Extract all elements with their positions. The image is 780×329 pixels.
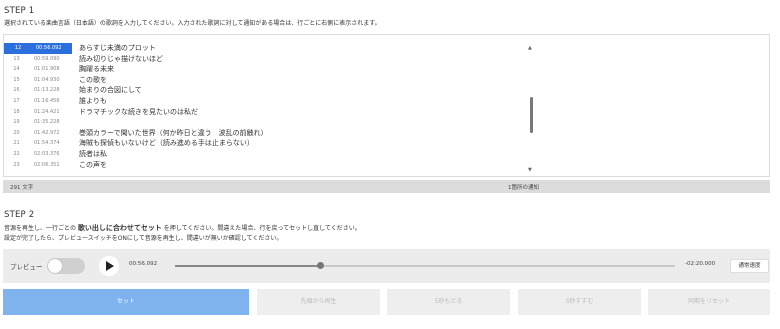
line-number: 13 — [13, 55, 20, 62]
current-time: 00:56.092 — [129, 261, 158, 267]
lyric-text: 読み切りじゃ描けないほど — [79, 54, 163, 63]
forward-5s-button[interactable]: 5秒すすむ — [518, 289, 641, 315]
step2-line1-bold: 歌い出しに合わせてセット — [77, 224, 162, 232]
set-button[interactable]: セット — [3, 289, 249, 315]
timestamp: 02:03.376 — [34, 151, 60, 157]
back-5s-button[interactable]: 5秒もどる — [387, 289, 510, 315]
line-number: 23 — [13, 161, 20, 168]
timestamp: 01:35.228 — [34, 119, 60, 126]
line-number: 16 — [13, 87, 20, 94]
play-from-start-button[interactable]: 先頭から再生 — [257, 289, 380, 315]
timestamp: 01:24.421 — [34, 108, 60, 115]
lyric-row[interactable]: 20 01:42.972 巻頭カラーで聞いた世界（何か昨日と違う 波乱の前触れ） — [4, 128, 534, 139]
lyric-row[interactable]: 13 00:59.090 読み切りじゃ描けないほど — [4, 54, 534, 65]
lyric-text: 海賊も探偵もいないけど（読み進める手は止まらない） — [79, 139, 254, 148]
timestamp: 00:56.092 — [32, 43, 72, 54]
speed-button[interactable]: 通常速度 — [730, 259, 769, 273]
lyric-text: 始まりの合図にして — [79, 86, 142, 95]
timestamp: 01:16.456 — [34, 98, 60, 104]
lyric-text: 巻頭カラーで聞いた世界（何か昨日と違う 波乱の前触れ） — [79, 128, 268, 137]
line-number: 12 — [4, 43, 32, 54]
preview-label: プレビュー — [10, 263, 43, 271]
step2-description-line2: 設定が完了したら、プレビュースイッチをONにして音源を再生し、間違いが無いか確認… — [4, 235, 283, 242]
timestamp: 01:04.930 — [34, 76, 60, 83]
timestamp: 01:13.228 — [34, 87, 60, 94]
line-number: 18 — [13, 108, 20, 115]
timestamp: 00:59.090 — [34, 55, 60, 62]
lyrics-editor[interactable]: 12 00:56.092 あらすじ未満のプロット 13 00:59.090 読み切りじゃ描… — [3, 34, 770, 177]
lyric-row[interactable]: 23 02:06.351 この声を — [4, 160, 534, 171]
lyric-row[interactable]: 16 01:13.228 始まりの合図にして — [4, 85, 534, 96]
scrollbar-thumb[interactable] — [530, 97, 533, 133]
lyric-text: 誰よりも — [79, 97, 107, 105]
line-number: 17 — [13, 98, 20, 104]
lyric-row[interactable]: 15 01:04.930 この歌を — [4, 75, 534, 86]
step2-line1-pre: 音源を再生し、一行ごとの — [4, 225, 76, 232]
line-number: 22 — [13, 151, 20, 157]
step1-description: 選択されている楽曲言語（日本語）の歌詞を入力してください。入力された歌詞に対して… — [4, 20, 381, 27]
editor-status-bar: 291 文字 1箇所の通知 — [3, 180, 770, 193]
timestamp: 02:06.351 — [34, 161, 60, 168]
line-number: 21 — [13, 140, 20, 147]
line-number: 14 — [13, 66, 20, 73]
lyric-row[interactable]: 12 00:56.092 あらすじ未満のプロット — [4, 43, 534, 54]
play-icon — [106, 261, 114, 271]
lyric-row[interactable]: 14 01:01.908 胸躍る未来 — [4, 64, 534, 75]
preview-toggle[interactable] — [47, 258, 85, 274]
lyric-text: 読者は私 — [79, 150, 107, 158]
lyric-row[interactable]: 19 01:35.228 — [4, 117, 534, 128]
timestamp: 01:54.374 — [34, 140, 60, 147]
step2-line1-post: を押してください。間違えた場合、行を戻ってセットし直してください。 — [163, 225, 361, 232]
scroll-down-arrow-icon[interactable]: ▼ — [528, 167, 532, 173]
seek-knob[interactable] — [316, 262, 324, 269]
step2-title: STEP 2 — [4, 210, 35, 220]
char-count: 291 文字 — [10, 185, 34, 191]
lyric-text: あらすじ未満のプロット — [79, 44, 156, 52]
lyric-text: この歌を — [79, 75, 107, 84]
lyric-row[interactable]: 17 01:16.456 誰よりも — [4, 96, 534, 107]
lyric-row[interactable]: 22 02:03.376 読者は私 — [4, 149, 534, 160]
notice-count[interactable]: 1箇所の通知 — [508, 183, 539, 191]
step2-description: 音源を再生し、一行ごとの 歌い出しに合わせてセット を押してください。間違えた場… — [4, 224, 361, 233]
lyric-row[interactable]: 18 01:24.421 ドラマチックな続きを見たいのは私だ — [4, 107, 534, 118]
lyric-text: この声を — [79, 160, 107, 169]
seek-fill — [175, 265, 320, 267]
timestamp: 01:42.972 — [34, 129, 60, 136]
lyric-row[interactable]: 21 01:54.374 海賊も探偵もいないけど（読み進める手は止まらない） — [4, 138, 534, 149]
line-number: 15 — [13, 76, 20, 83]
remaining-time: -02:20.000 — [685, 261, 716, 267]
toggle-knob — [48, 259, 62, 273]
seek-bar[interactable] — [175, 262, 675, 269]
line-number: 19 — [13, 119, 20, 126]
play-button[interactable] — [99, 256, 119, 276]
line-number: 20 — [13, 129, 20, 136]
reset-sync-button[interactable]: 同期をリセット — [648, 289, 770, 315]
audio-player: プレビュー 00:56.092 -02:20.000 通常速度 — [3, 249, 770, 283]
step1-title: STEP 1 — [4, 6, 35, 16]
lyric-text: 胸躍る未来 — [79, 65, 114, 74]
scroll-up-arrow-icon[interactable]: ▲ — [528, 45, 532, 51]
lyric-text: ドラマチックな続きを見たいのは私だ — [79, 107, 198, 116]
timestamp: 01:01.908 — [34, 66, 60, 73]
